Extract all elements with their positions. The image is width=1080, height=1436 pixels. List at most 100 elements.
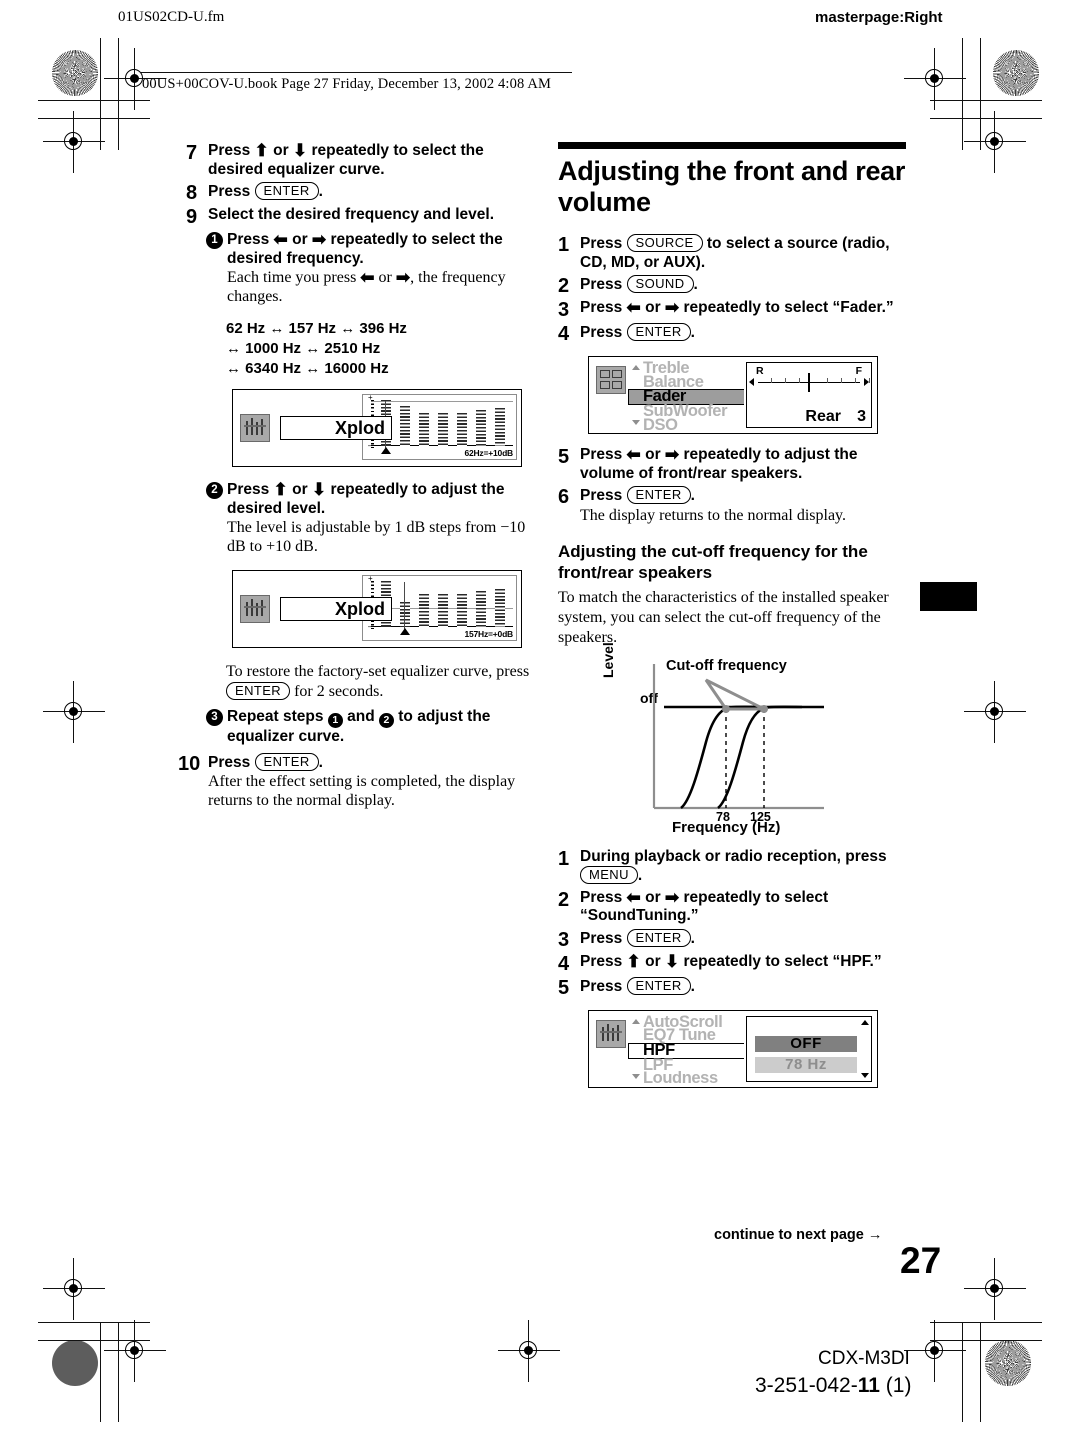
hpf-step-4-a: Press: [580, 952, 627, 970]
volume-step-2-text: Press SOUND.: [580, 275, 910, 295]
continue-notice: continue to next page →: [714, 1227, 883, 1243]
registration-star-bottom-right: [985, 1340, 1031, 1386]
crop-line-bottom-left-b: [38, 1340, 150, 1342]
cutoff-subheading: Adjusting the cut-off frequency for the …: [558, 541, 868, 582]
arrow-right-icon-inline: ➡: [395, 268, 411, 287]
enter-key[interactable]: ENTER: [254, 182, 319, 200]
hpf-step-1-text: During playback or radio reception, pres…: [580, 848, 910, 886]
crop-line-top-left-c: [100, 38, 102, 150]
enter-key-r6[interactable]: ENTER: [626, 486, 691, 504]
enter-key-10[interactable]: ENTER: [254, 752, 319, 771]
step-10: 10 Press ENTER. After the effect setting…: [178, 752, 538, 811]
hpf-step-4-or: or: [640, 952, 665, 970]
substep-2-body: Press ⬆ or ⬇ repeatedly to adjust the de…: [227, 480, 538, 556]
volume-step-6-a: Press: [580, 487, 627, 504]
eq-bar-7: [495, 408, 505, 446]
registration-mark-right-middle: [964, 681, 1026, 743]
fader-knob[interactable]: [808, 373, 810, 392]
scroll-up-icon-fader[interactable]: [632, 365, 640, 370]
crop-line-top-left-b: [38, 118, 150, 120]
menu-item-loudness[interactable]: Loudness: [630, 1070, 744, 1086]
fader-value: 3: [857, 408, 866, 425]
eq-pointer-1: [381, 447, 391, 454]
volume-step-4-number: 4: [558, 323, 570, 345]
eq-bar-2-6: [476, 591, 486, 627]
arrow-left-icon-r5: ⬅: [626, 445, 641, 464]
volume-step-6-body: Press ENTER. The display returns to the …: [580, 486, 910, 525]
fader-tick-5: [841, 378, 843, 383]
restore-note-a: To restore the factory-set equalizer cur…: [226, 663, 530, 680]
crop-line-top-left-d: [118, 38, 120, 150]
arrow-left-icon: ⬅: [273, 230, 288, 249]
hpf-value-panel[interactable]: OFF 78 Hz: [746, 1015, 872, 1082]
enter-key-r4[interactable]: ENTER: [626, 323, 691, 341]
hpf-step-3-b: .: [690, 929, 695, 947]
substep-1-note-a: Each time you press: [227, 269, 361, 286]
registration-dot-bottom-left: [52, 1340, 98, 1386]
frequency-line-3: ↔ 6340 Hz ↔ 16000 Hz: [226, 360, 389, 377]
cutoff-intro: To match the characteristics of the inst…: [558, 588, 889, 646]
equalizer-display-2-body: Xplod + – 157Hz=+0dB: [270, 571, 521, 647]
arrow-left-icon-h2: ⬅: [626, 887, 641, 907]
fader-tick-3: [799, 378, 801, 383]
value-scroll-up-icon[interactable]: [861, 1019, 869, 1025]
equalizer-display-1-body: Xplod + – 62Hz=+10dB: [270, 390, 521, 466]
crop-line-bottom-right-a: [930, 1322, 1042, 1324]
hpf-step-5: 5 Press ENTER.: [558, 976, 910, 998]
hpf-step-3-text: Press ENTER.: [580, 928, 910, 949]
step-10-period: .: [318, 753, 323, 771]
scroll-down-icon-fader[interactable]: [632, 420, 640, 425]
arrow-right-icon-r5: ➡: [664, 445, 680, 464]
hpf-step-1-number: 1: [558, 847, 570, 870]
eq-bar-2: [400, 406, 410, 446]
sound-menu-list[interactable]: Treble Balance Fader SubWoofer DSO: [628, 360, 744, 433]
frequency-line-2: ↔ 1000 Hz ↔ 2510 Hz: [226, 340, 381, 357]
soundtuning-menu-list[interactable]: AutoScroll EQ7 Tune HPF LPF Loudness: [628, 1013, 744, 1086]
arrow-down-icon: ⬇: [292, 141, 308, 160]
step-9-number: 9: [186, 206, 198, 228]
volume-step-6-note: The display returns to the normal displa…: [580, 506, 847, 524]
arrow-left-icon-r3: ⬅: [626, 298, 641, 317]
scroll-down-icon-hpf[interactable]: [632, 1073, 640, 1079]
right-column: Adjusting the front and rear volume 1 Pr…: [558, 142, 910, 1088]
value-scroll-down-icon[interactable]: [861, 1072, 869, 1078]
menu-item-dso[interactable]: DSO: [630, 417, 744, 433]
eq-readout-1: 62Hz=+10dB: [464, 448, 513, 458]
crop-line-top-right-b: [930, 118, 1042, 120]
hpf-option-selected[interactable]: OFF: [755, 1035, 857, 1052]
eq-bar-2-3: [419, 594, 429, 627]
crop-line-bottom-right-b: [930, 1340, 1042, 1342]
fader-tick-7: [869, 378, 871, 383]
enter-key-restore[interactable]: ENTER: [226, 681, 291, 700]
fader-slider-panel[interactable]: R F Rear 3: [746, 362, 872, 428]
substep-2-head-a: Press: [227, 481, 274, 498]
arrow-right-icon: ➡: [311, 230, 327, 249]
menu-key[interactable]: MENU: [580, 866, 638, 884]
restore-note: To restore the factory-set equalizer cur…: [226, 662, 538, 701]
registration-star-top-left: [52, 50, 98, 96]
sound-key[interactable]: SOUND: [626, 275, 694, 293]
frequency-sequence: 62 Hz ↔ 157 Hz ↔ 396 Hz ↔ 1000 Hz ↔ 2510…: [226, 319, 538, 379]
hpf-option-other[interactable]: 78 Hz: [755, 1056, 857, 1073]
file-slug: 01US02CD-U.fm: [118, 9, 225, 25]
step-8: 8 Press ENTER.: [186, 182, 538, 203]
scroll-up-icon-hpf[interactable]: [632, 1018, 640, 1024]
balance-fader-icon: [596, 366, 626, 394]
source-key[interactable]: SOURCE: [626, 234, 703, 252]
substep-2: 2 Press ⬆ or ⬇ repeatedly to adjust the …: [206, 480, 538, 556]
substep-2-bullet: 2: [206, 482, 223, 499]
enter-key-h3[interactable]: ENTER: [626, 928, 691, 947]
volume-step-6-b: .: [690, 487, 695, 504]
part-number: 3-251-042-11 (1): [755, 1374, 911, 1398]
crop-line-top-right-d: [980, 38, 982, 150]
fader-front-mark: F: [855, 365, 862, 377]
fader-left-arrow-icon[interactable]: [749, 378, 754, 386]
enter-key-h5[interactable]: ENTER: [626, 976, 691, 995]
volume-step-1-number: 1: [558, 234, 570, 256]
sound-settings-icon-2: [240, 595, 270, 623]
volume-step-5-number: 5: [558, 446, 570, 468]
fader-display: Treble Balance Fader SubWoofer DSO R F R…: [588, 356, 878, 434]
arrow-up-icon-2: ⬆: [273, 480, 288, 499]
crop-line-bottom-right-d: [980, 1322, 982, 1422]
curve-name-label-2: Xplod: [280, 597, 392, 621]
